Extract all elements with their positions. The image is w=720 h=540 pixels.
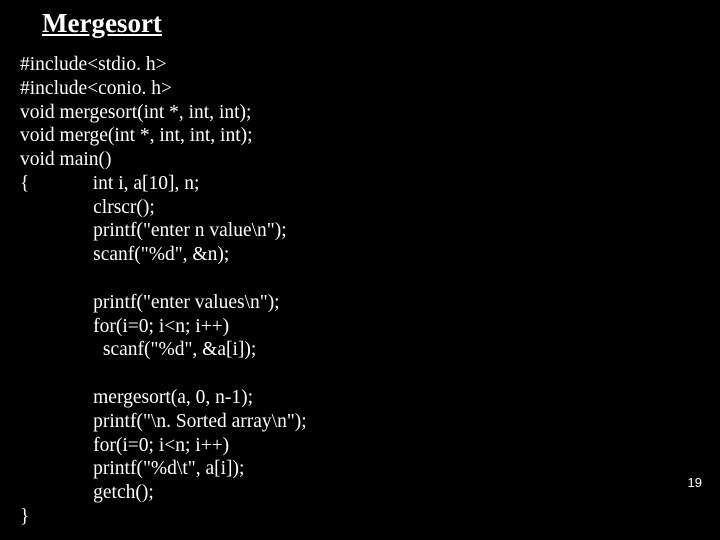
- slide: Mergesort #include<stdio. h> #include<co…: [0, 0, 720, 540]
- code-line: clrscr();: [20, 197, 155, 218]
- code-line: { int i, a[10], n;: [20, 173, 199, 194]
- code-line: printf("enter n value\n");: [20, 220, 287, 241]
- code-line: printf("\n. Sorted array\n");: [20, 411, 307, 432]
- code-line: #include<conio. h>: [20, 78, 172, 99]
- code-line: void merge(int *, int, int, int);: [20, 125, 253, 146]
- code-line: for(i=0; i<n; i++): [20, 435, 229, 456]
- code-line: void main(): [20, 149, 112, 170]
- code-line: scanf("%d", &a[i]);: [20, 339, 256, 360]
- page-number: 19: [688, 475, 702, 490]
- code-line: printf("%d\t", a[i]);: [20, 458, 244, 479]
- code-line: scanf("%d", &n);: [20, 244, 229, 265]
- slide-title: Mergesort: [42, 8, 700, 39]
- code-line: }: [20, 506, 29, 527]
- code-line: getch();: [20, 482, 154, 503]
- code-line: #include<stdio. h>: [20, 54, 167, 75]
- code-line: for(i=0; i<n; i++): [20, 316, 229, 337]
- code-line: printf("enter values\n");: [20, 292, 280, 313]
- code-line: void mergesort(int *, int, int);: [20, 102, 251, 123]
- code-block: #include<stdio. h> #include<conio. h> vo…: [20, 53, 700, 529]
- code-line: mergesort(a, 0, n-1);: [20, 387, 253, 408]
